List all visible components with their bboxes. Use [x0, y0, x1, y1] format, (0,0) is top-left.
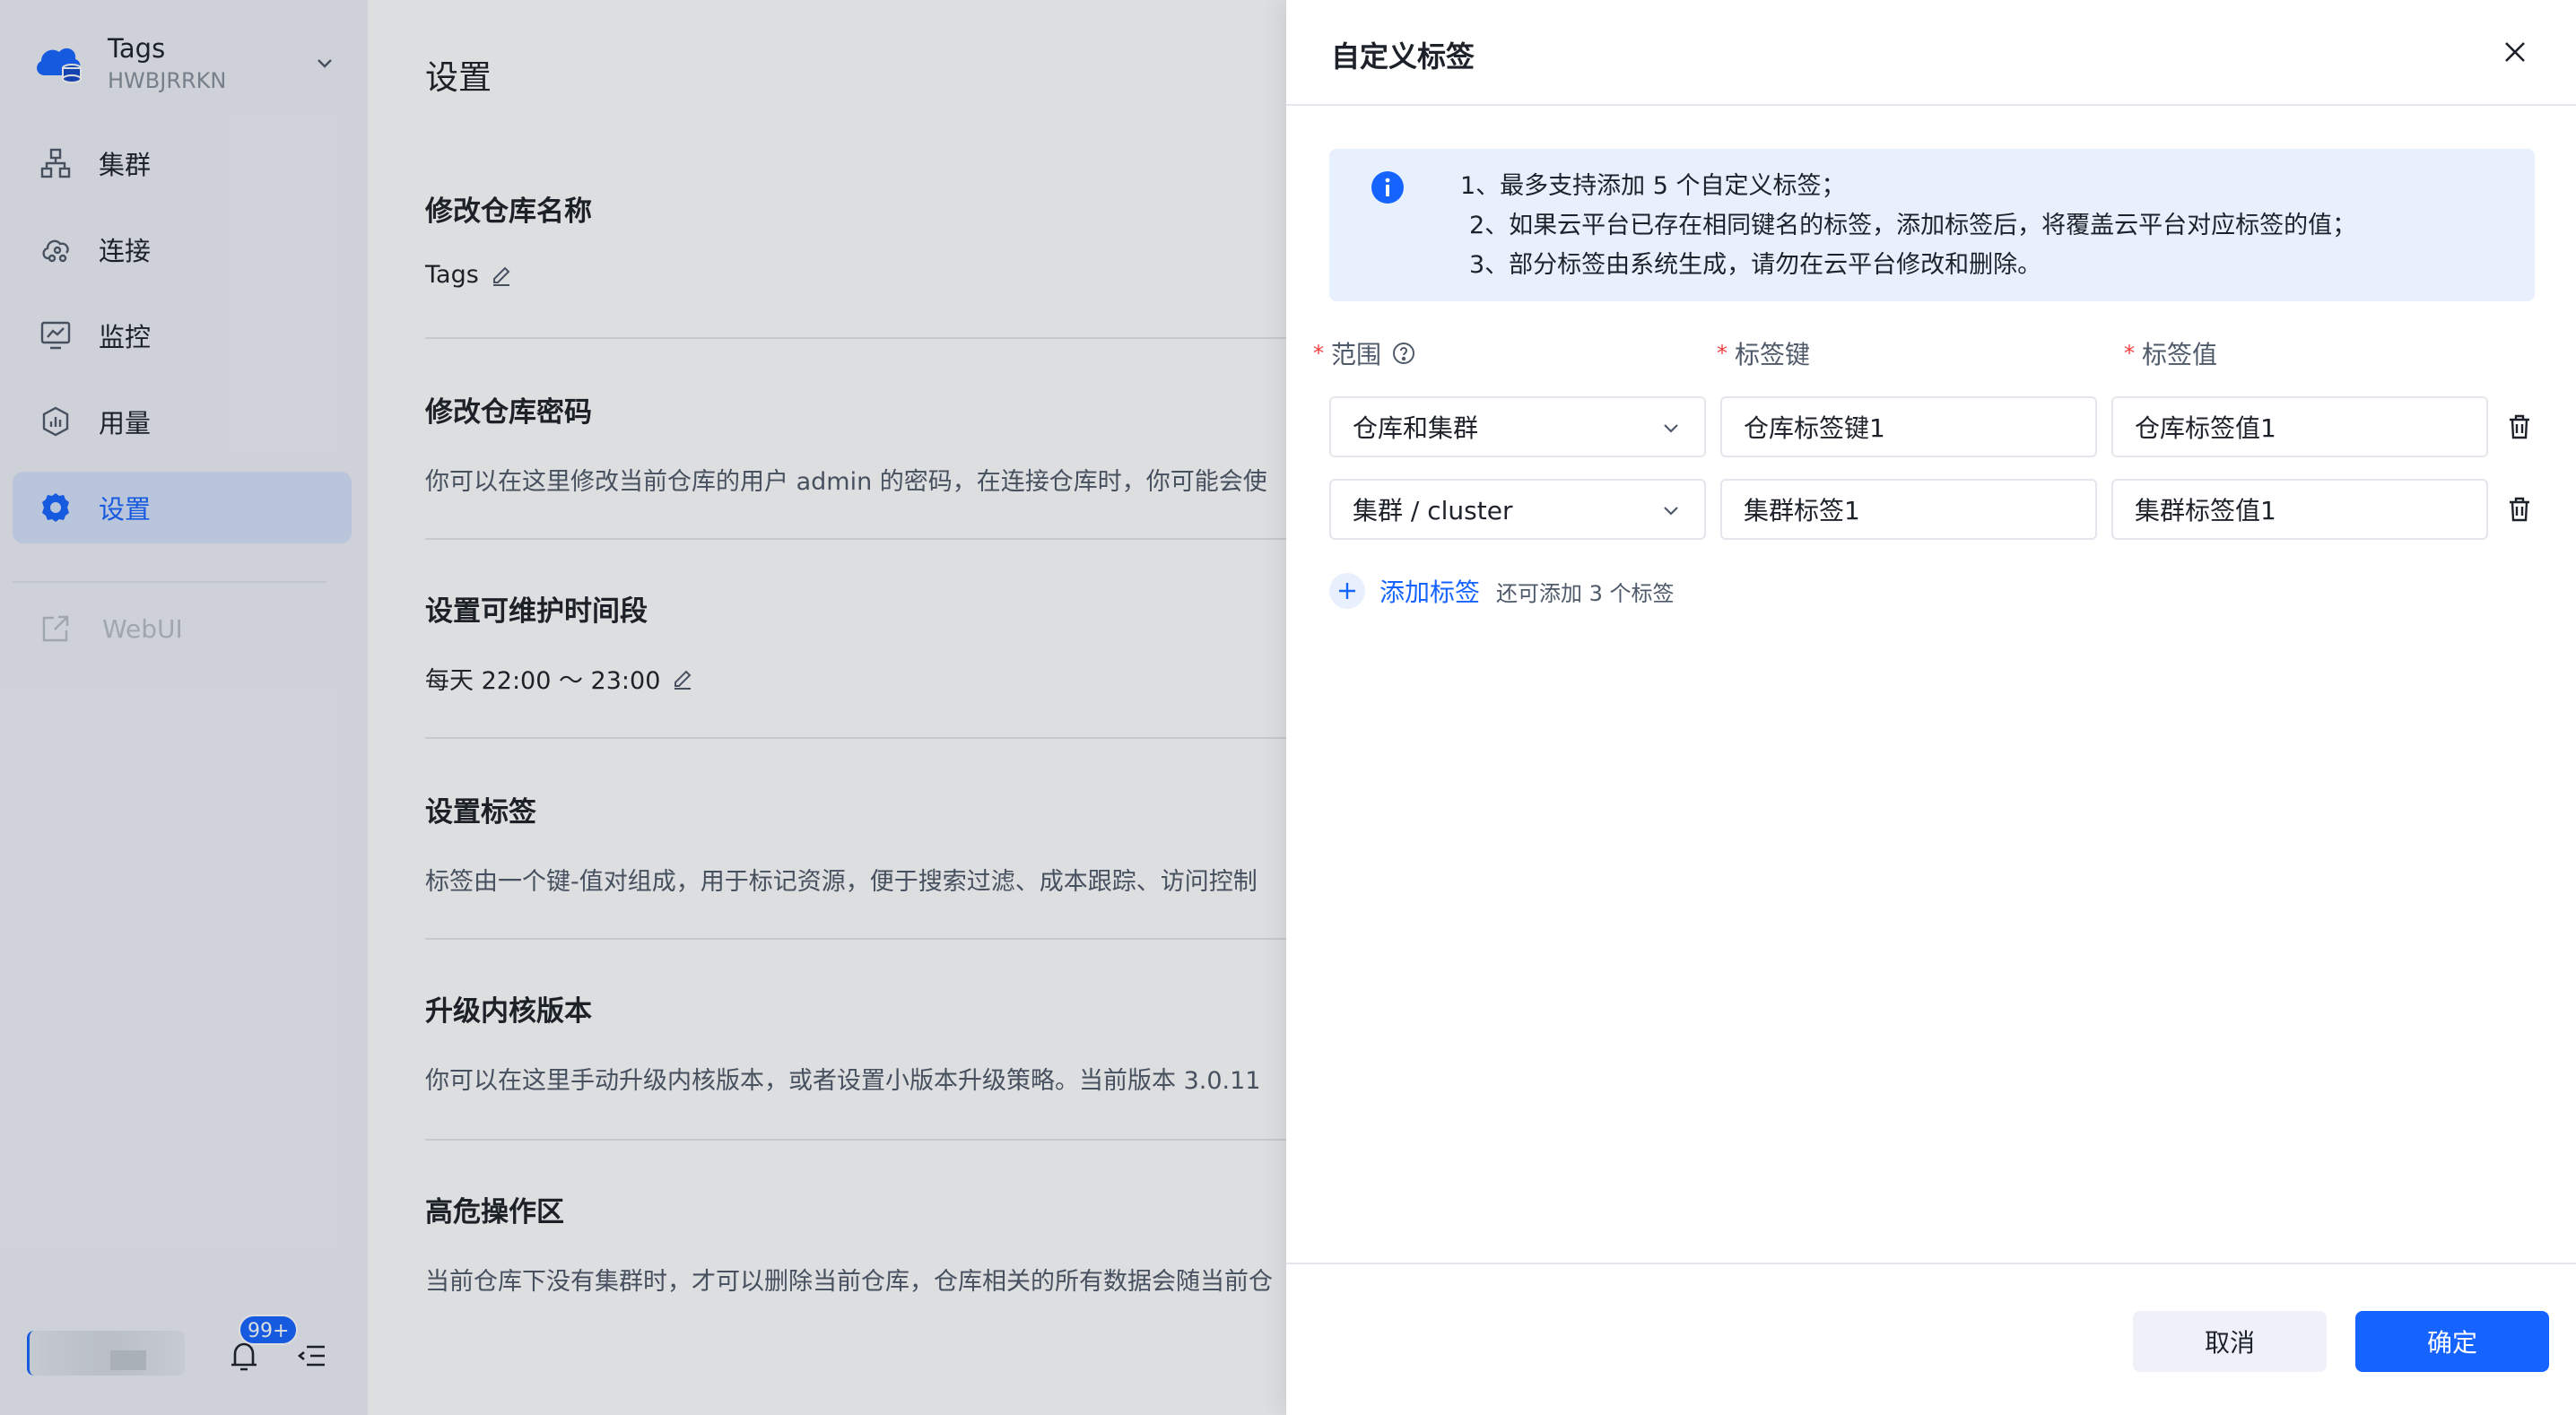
add-tag-row: 添加标签 还可添加 3 个标签 — [1329, 572, 1675, 610]
column-label-scope: * 范围 — [1313, 335, 1415, 371]
tag-value-input[interactable] — [2111, 479, 2488, 540]
column-label-key: * 标签键 — [1717, 335, 1810, 371]
scope-select[interactable]: 集群 / cluster — [1329, 479, 1706, 540]
scope-select[interactable]: 仓库和集群 — [1329, 396, 1706, 457]
info-icon — [1371, 170, 1405, 204]
info-line: 3、部分标签由系统生成，请勿在云平台修改和删除。 — [1469, 251, 2042, 279]
cancel-button[interactable]: 取消 — [2133, 1311, 2327, 1372]
add-tag-hint: 还可添加 3 个标签 — [1496, 580, 1675, 606]
info-line: 2、如果云平台已存在相同键名的标签，添加标签后，将覆盖云平台对应标签的值； — [1469, 212, 2357, 239]
help-circle-icon[interactable] — [1392, 342, 1415, 365]
drawer-header: 自定义标签 — [1286, 0, 2576, 106]
custom-tags-drawer: 自定义标签 1、最多支持添加 5 个自定义标签； 2、如果云平台已存在相同键名的… — [1286, 0, 2576, 1415]
drawer-footer: 取消 确定 — [1286, 1263, 2576, 1415]
info-line: 1、最多支持添加 5 个自定义标签； — [1460, 172, 1846, 200]
modal-mask[interactable] — [0, 0, 1286, 1415]
chevron-down-icon — [1659, 416, 1683, 439]
tag-value-input[interactable] — [2111, 396, 2488, 457]
add-tag-button[interactable]: 添加标签 — [1379, 573, 1480, 609]
scope-select-value: 仓库和集群 — [1353, 413, 1479, 443]
required-mark: * — [2124, 341, 2135, 366]
scope-select-value: 集群 / cluster — [1353, 496, 1513, 525]
trash-icon[interactable] — [2506, 412, 2533, 441]
required-mark: * — [1717, 341, 1727, 366]
info-alert: 1、最多支持添加 5 个自定义标签； 2、如果云平台已存在相同键名的标签，添加标… — [1329, 149, 2535, 301]
column-label-value: * 标签值 — [2124, 335, 2217, 371]
tag-key-input[interactable] — [1720, 479, 2097, 540]
required-mark: * — [1313, 341, 1324, 366]
plus-icon[interactable] — [1329, 573, 1365, 609]
chevron-down-icon — [1659, 499, 1683, 522]
drawer-title: 自定义标签 — [1331, 39, 1475, 74]
confirm-button[interactable]: 确定 — [2355, 1311, 2549, 1372]
column-label-text: 标签键 — [1735, 340, 1811, 369]
trash-icon[interactable] — [2506, 495, 2533, 524]
column-label-text: 范围 — [1331, 340, 1382, 369]
close-icon[interactable] — [2499, 36, 2531, 68]
tag-key-input[interactable] — [1720, 396, 2097, 457]
column-label-text: 标签值 — [2142, 340, 2218, 369]
